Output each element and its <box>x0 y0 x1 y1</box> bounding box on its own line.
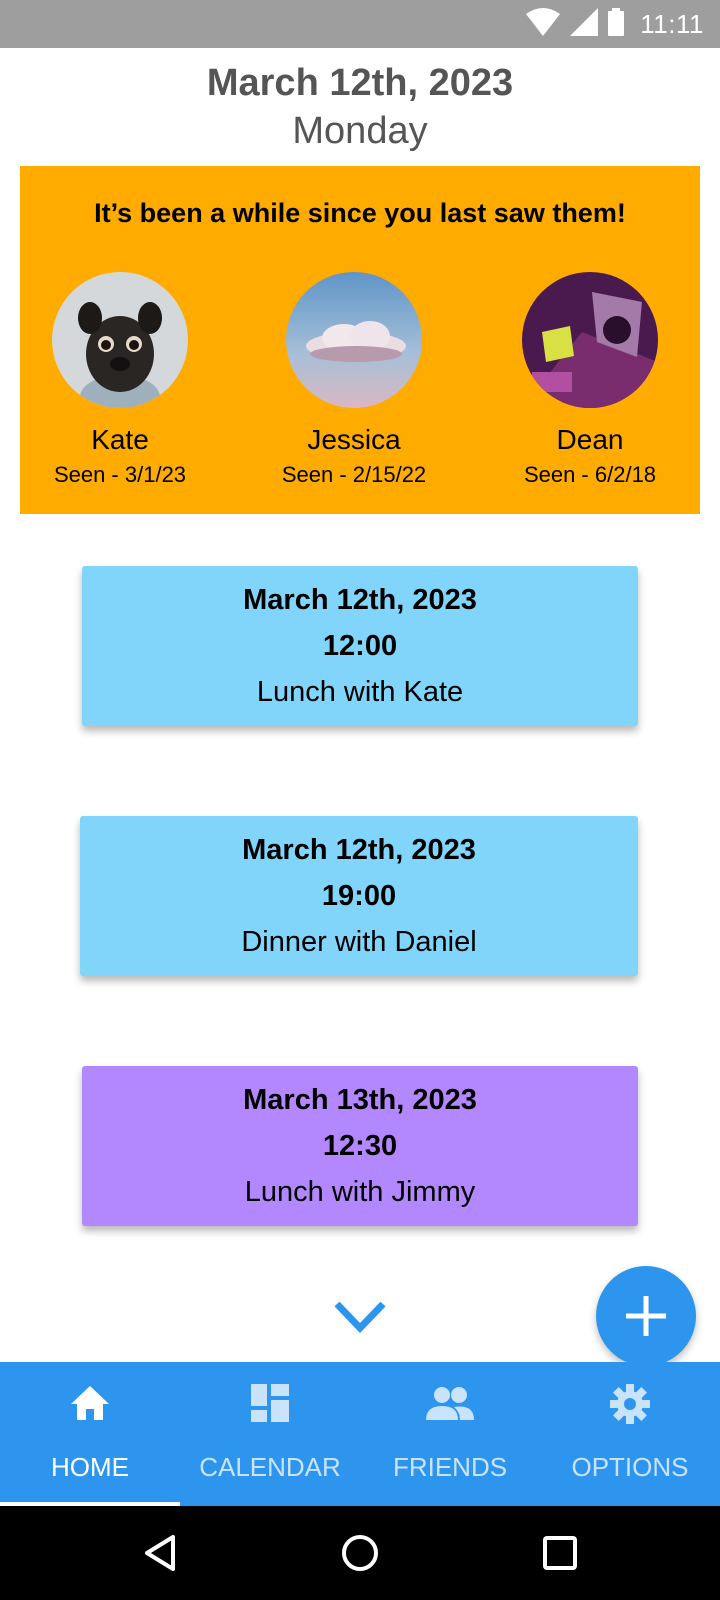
friend-last-seen: Seen - 3/1/23 <box>53 462 187 487</box>
event-date: March 12th, 2023 <box>242 834 476 866</box>
friend-name: Jessica <box>307 424 401 455</box>
system-navigation-bar <box>0 1506 720 1600</box>
status-bar: 11:11 <box>0 0 720 48</box>
avatar-cloud-photo <box>286 272 422 408</box>
plus-icon <box>626 1296 666 1336</box>
event-time: 12:00 <box>322 630 398 662</box>
dashboard-icon <box>180 1384 360 1422</box>
reconnect-reminder-panel: It’s been a while since you last saw the… <box>20 166 700 514</box>
home-icon <box>0 1384 180 1422</box>
nav-item-options[interactable]: OPTIONS <box>540 1362 720 1506</box>
home-circle-icon[interactable] <box>337 1530 383 1576</box>
event-date: March 13th, 2023 <box>243 1084 477 1116</box>
status-icons: 11:11 <box>526 0 704 48</box>
event-time: 19:00 <box>321 880 397 912</box>
friend-card-jessica[interactable]: Jessica Seen - 2/15/22 <box>254 272 454 488</box>
event-title: Lunch with Jimmy <box>244 1176 476 1208</box>
avatar-purple-room-photo <box>522 272 658 408</box>
page-day-title: Monday <box>292 110 428 152</box>
nav-label: HOME <box>51 1452 129 1482</box>
event-card[interactable]: March 12th, 2023 12:00 Lunch with Kate <box>82 566 638 726</box>
friend-name: Kate <box>91 424 149 455</box>
wifi-icon <box>526 7 561 41</box>
nav-label: FRIENDS <box>392 1452 508 1482</box>
battery-icon <box>608 7 625 41</box>
add-event-button[interactable] <box>596 1266 696 1366</box>
back-icon[interactable] <box>137 1530 183 1576</box>
bottom-navigation: HOME CALENDAR FRIENDS OPTIONS <box>0 1362 720 1506</box>
friend-card-dean[interactable]: Dean Seen - 6/2/18 <box>490 272 690 488</box>
nav-label: OPTIONS <box>571 1452 689 1482</box>
friend-last-seen: Seen - 6/2/18 <box>523 462 657 487</box>
nav-item-home[interactable]: HOME <box>0 1362 180 1506</box>
friend-name: Dean <box>556 424 624 455</box>
status-time: 11:11 <box>640 8 704 39</box>
recents-square-icon[interactable] <box>537 1530 583 1576</box>
event-card[interactable]: March 13th, 2023 12:30 Lunch with Jimmy <box>82 1066 638 1226</box>
event-time: 12:30 <box>322 1130 398 1162</box>
nav-label: CALENDAR <box>199 1452 341 1482</box>
event-date: March 12th, 2023 <box>243 584 477 616</box>
event-title: Lunch with Kate <box>256 676 464 708</box>
people-icon <box>360 1384 540 1422</box>
page-date-title: March 12th, 2023 <box>206 62 514 104</box>
avatar-pug-photo <box>52 272 188 408</box>
reminder-heading: It’s been a while since you last saw the… <box>94 198 626 228</box>
signal-icon <box>570 7 599 41</box>
nav-item-calendar[interactable]: CALENDAR <box>180 1362 360 1506</box>
event-card[interactable]: March 12th, 2023 19:00 Dinner with Danie… <box>80 816 638 976</box>
friend-last-seen: Seen - 2/15/22 <box>281 462 427 487</box>
friend-card-kate[interactable]: Kate Seen - 3/1/23 <box>20 272 220 488</box>
nav-item-friends[interactable]: FRIENDS <box>360 1362 540 1506</box>
event-title: Dinner with Daniel <box>241 926 477 958</box>
gear-icon <box>540 1384 720 1424</box>
chevron-down-icon[interactable] <box>333 1300 387 1334</box>
